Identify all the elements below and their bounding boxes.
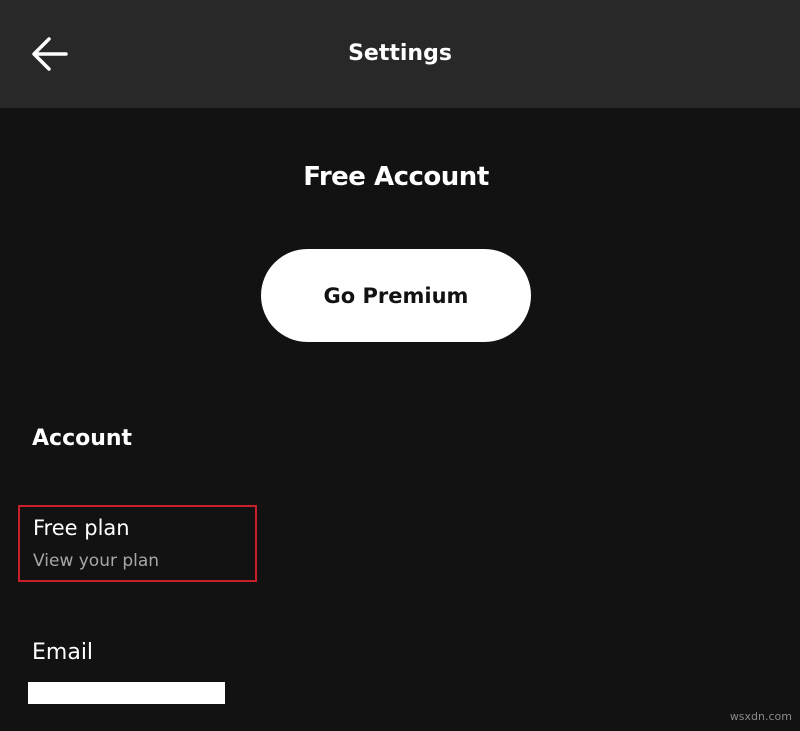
- page-title: Settings: [348, 41, 452, 66]
- plan-subtitle: View your plan: [33, 551, 160, 571]
- account-type-label: Free Account: [303, 162, 489, 192]
- go-premium-button[interactable]: Go Premium: [261, 249, 531, 342]
- watermark: wsxdn.com: [729, 710, 792, 723]
- email-value-redacted: [28, 682, 225, 704]
- top-app-bar: Settings: [0, 0, 800, 108]
- email-label: Email: [32, 640, 94, 665]
- free-plan-item[interactable]: Free plan View your plan: [18, 505, 257, 582]
- plan-title: Free plan: [33, 516, 130, 540]
- account-section-heading: Account: [32, 426, 133, 451]
